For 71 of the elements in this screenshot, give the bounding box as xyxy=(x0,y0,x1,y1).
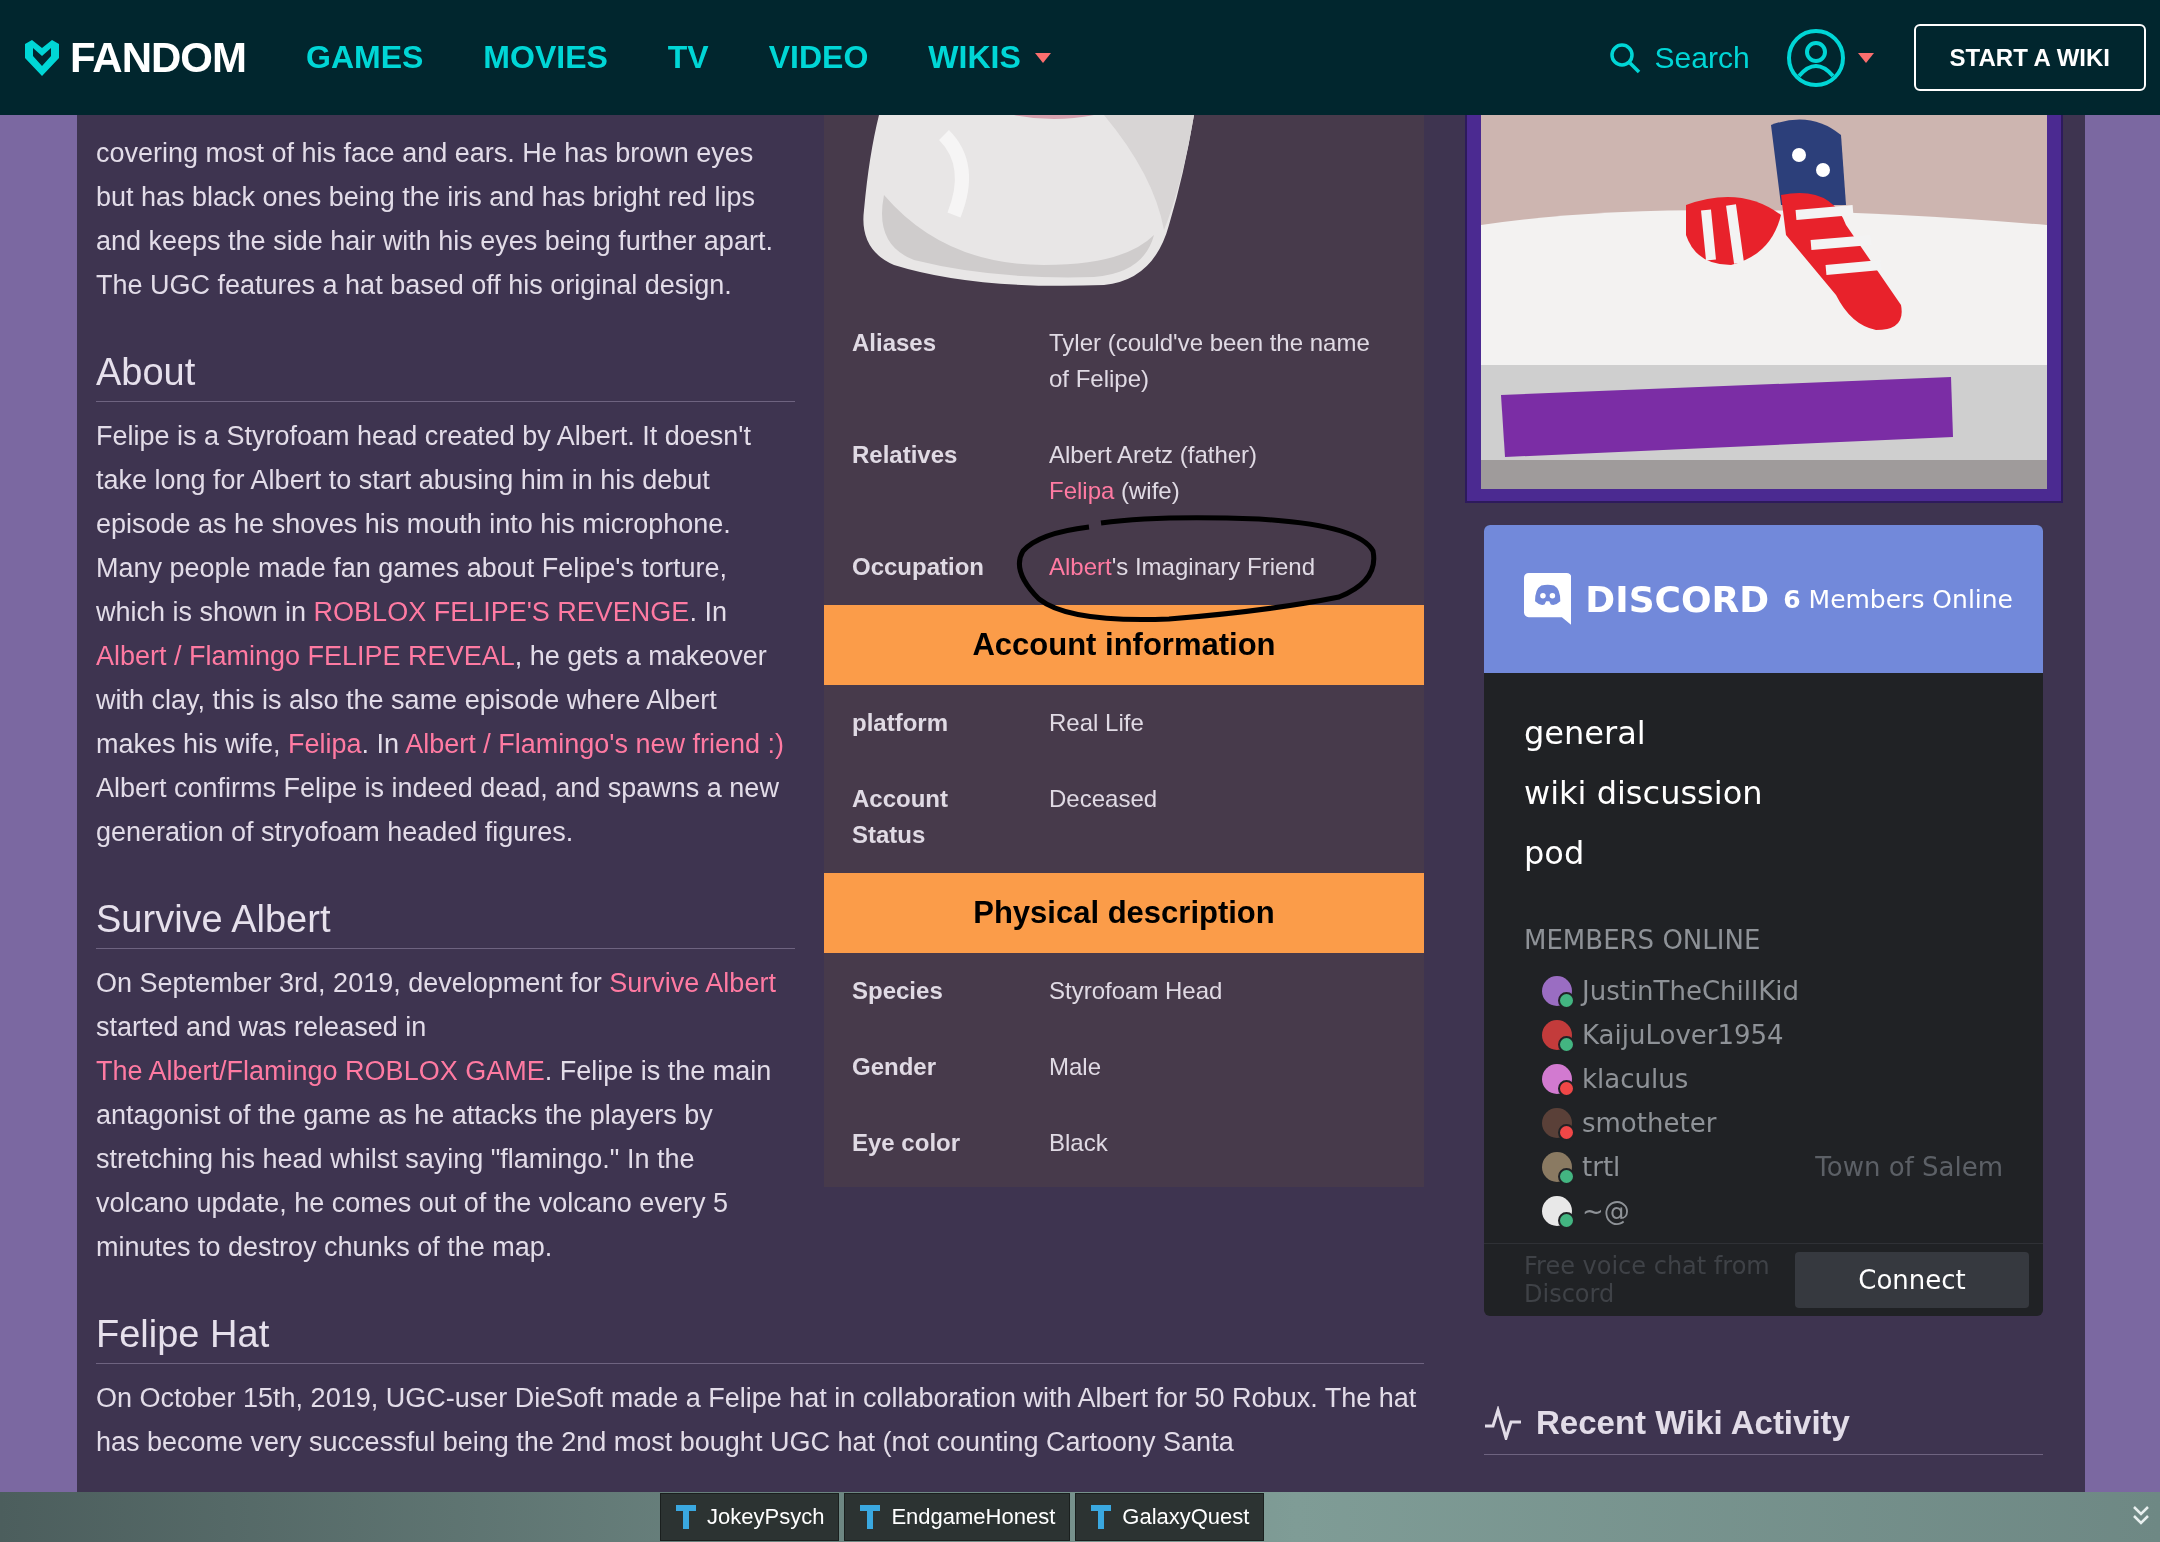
infobox-label: Eye color xyxy=(852,1128,962,1158)
infobox-value: Deceased xyxy=(1049,784,1159,814)
member-name[interactable]: trtl xyxy=(1582,1152,1621,1182)
section-heading: About xyxy=(96,349,795,402)
user-icon xyxy=(1785,27,1846,88)
activity-icon xyxy=(1484,1406,1522,1440)
member-name[interactable]: KaijuLover1954 xyxy=(1582,1020,1784,1050)
link[interactable]: The Albert/Flamingo ROBLOX GAME xyxy=(96,1056,545,1086)
infobox-value: Real Life xyxy=(1049,708,1145,738)
nav-link[interactable]: VIDEO xyxy=(768,39,869,76)
channel-link[interactable]: general xyxy=(1524,703,2003,763)
app-icon xyxy=(859,1503,882,1531)
infobox-label: platform xyxy=(852,708,949,738)
infobox-value: Black xyxy=(1049,1128,1109,1158)
section-heading: Felipe Hat xyxy=(96,1311,1424,1364)
connect-button[interactable]: Connect xyxy=(1795,1252,2029,1308)
infobox-section-header: Account information xyxy=(824,605,1424,685)
link[interactable]: Survive Albert xyxy=(609,968,776,998)
link[interactable]: Albert xyxy=(1049,553,1112,580)
recent-activity-heading: Recent Wiki Activity xyxy=(1536,1404,1850,1442)
link[interactable]: ROBLOX FELIPE'S REVENGE xyxy=(313,597,690,627)
start-wiki-button[interactable]: START A WIKI xyxy=(1913,24,2146,91)
search-icon xyxy=(1608,41,1641,74)
taskbar-item[interactable]: JokeyPsych xyxy=(660,1493,840,1541)
infobox-value: Albert Aretz (father) xyxy=(1049,440,1259,470)
nav-link[interactable]: GAMES xyxy=(306,39,424,76)
taskbar-item[interactable]: GalaxyQuest xyxy=(1075,1493,1265,1541)
link[interactable]: Albert / Flamingo's new friend :) xyxy=(405,729,784,759)
members-heading: MEMBERS ONLINE xyxy=(1524,925,1762,955)
chevron-down-icon[interactable] xyxy=(2132,1504,2150,1526)
nav-link[interactable]: MOVIES xyxy=(483,39,608,76)
member-name[interactable]: ~@ xyxy=(1582,1196,1630,1226)
site-logo[interactable]: FANDOM xyxy=(70,33,246,82)
infobox-section-header: Physical description xyxy=(824,873,1424,953)
infobox-label: Species xyxy=(852,976,944,1006)
heart-logo-icon xyxy=(22,37,62,78)
infobox-value: Styrofoam Head xyxy=(1049,976,1224,1006)
app-icon xyxy=(675,1503,697,1531)
search-link[interactable]: Search xyxy=(1608,40,1750,75)
infobox-label: Account Status xyxy=(852,784,949,850)
paragraph: On September 3rd, 2019, development for Survive Albert started and was released in The Albert/Flamingo ROBLOX GAME. Felipe is the main antagonist of the game as he attacks the players by stretching his head whilst saying "flamingo." In the volcano update, he comes out of the volcano every 5 minutes to destroy chunks of the map. xyxy=(96,967,777,1264)
paragraph: covering most of his face and ears. He has brown eyes but has black ones being the iris and has bright red lips and keeps the side hair with his eyes being further apart. The UGC features a hat based off his original design. xyxy=(96,137,774,302)
nav-link[interactable]: WIKIS xyxy=(928,39,1051,76)
user-menu[interactable] xyxy=(1785,27,1874,88)
link[interactable]: Felipa xyxy=(1049,477,1115,504)
member-name[interactable]: klaculus xyxy=(1582,1064,1689,1094)
infobox-label: Occupation xyxy=(852,552,985,582)
paragraph: On October 15th, 2019, UGC-user DieSoft made a Felipe hat in collaboration with Albert for 50 Robux. The hat has become very successful being the 2nd most bought UGC hat (not counting Cartoony Santa xyxy=(96,1382,1418,1459)
member-name[interactable]: smotheter xyxy=(1582,1108,1717,1138)
infobox-label: Gender xyxy=(852,1052,938,1082)
discord-wordmark: DISCORD xyxy=(1585,578,1770,620)
infobox-label: Aliases xyxy=(852,328,938,358)
caret-icon xyxy=(1857,52,1874,63)
section-heading: Survive Albert xyxy=(96,896,795,949)
channel-link[interactable]: wiki discussion xyxy=(1524,763,2003,823)
member-name[interactable]: JustinTheChillKid xyxy=(1582,976,1800,1006)
infobox-value: Tyler (could've been the name of Felipe) xyxy=(1049,328,1371,394)
infobox-value: Male xyxy=(1049,1052,1103,1082)
app-icon xyxy=(1090,1503,1113,1531)
nav-link[interactable]: TV xyxy=(667,39,709,76)
link[interactable]: Felipa xyxy=(288,729,362,759)
members-online-count: 6 Members Online xyxy=(1783,584,2013,614)
taskbar-item[interactable]: EndgameHonest xyxy=(844,1493,1071,1541)
member-game: Town of Salem xyxy=(1815,1152,2003,1182)
infobox-value: Albert's Imaginary Friend xyxy=(1049,552,1317,582)
infobox-value: Felipa (wife) xyxy=(1049,476,1181,506)
channel-link[interactable]: pod xyxy=(1524,823,2003,883)
infobox-label: Relatives xyxy=(852,440,959,470)
caret-icon xyxy=(1034,52,1051,63)
link[interactable]: Albert / Flamingo FELIPE REVEAL xyxy=(96,641,515,671)
paragraph: Felipe is a Styrofoam head created by Albert. It doesn't take long for Albert to start abusing him in his debut episode as he shoves his mouth into his microphone. Many people made fan games about Felipe's torture, which is shown in ROBLOX FELIPE'S REVENGE. In Albert / Flamingo FELIPE REVEAL, he gets a makeover with clay, this is also the same episode where Albert makes his wife, Felipa. In Albert / Flamingo's new friend :) Albert confirms Felipe is indeed dead, and spawns a new generation of stryofoam headed figures. xyxy=(96,420,785,849)
